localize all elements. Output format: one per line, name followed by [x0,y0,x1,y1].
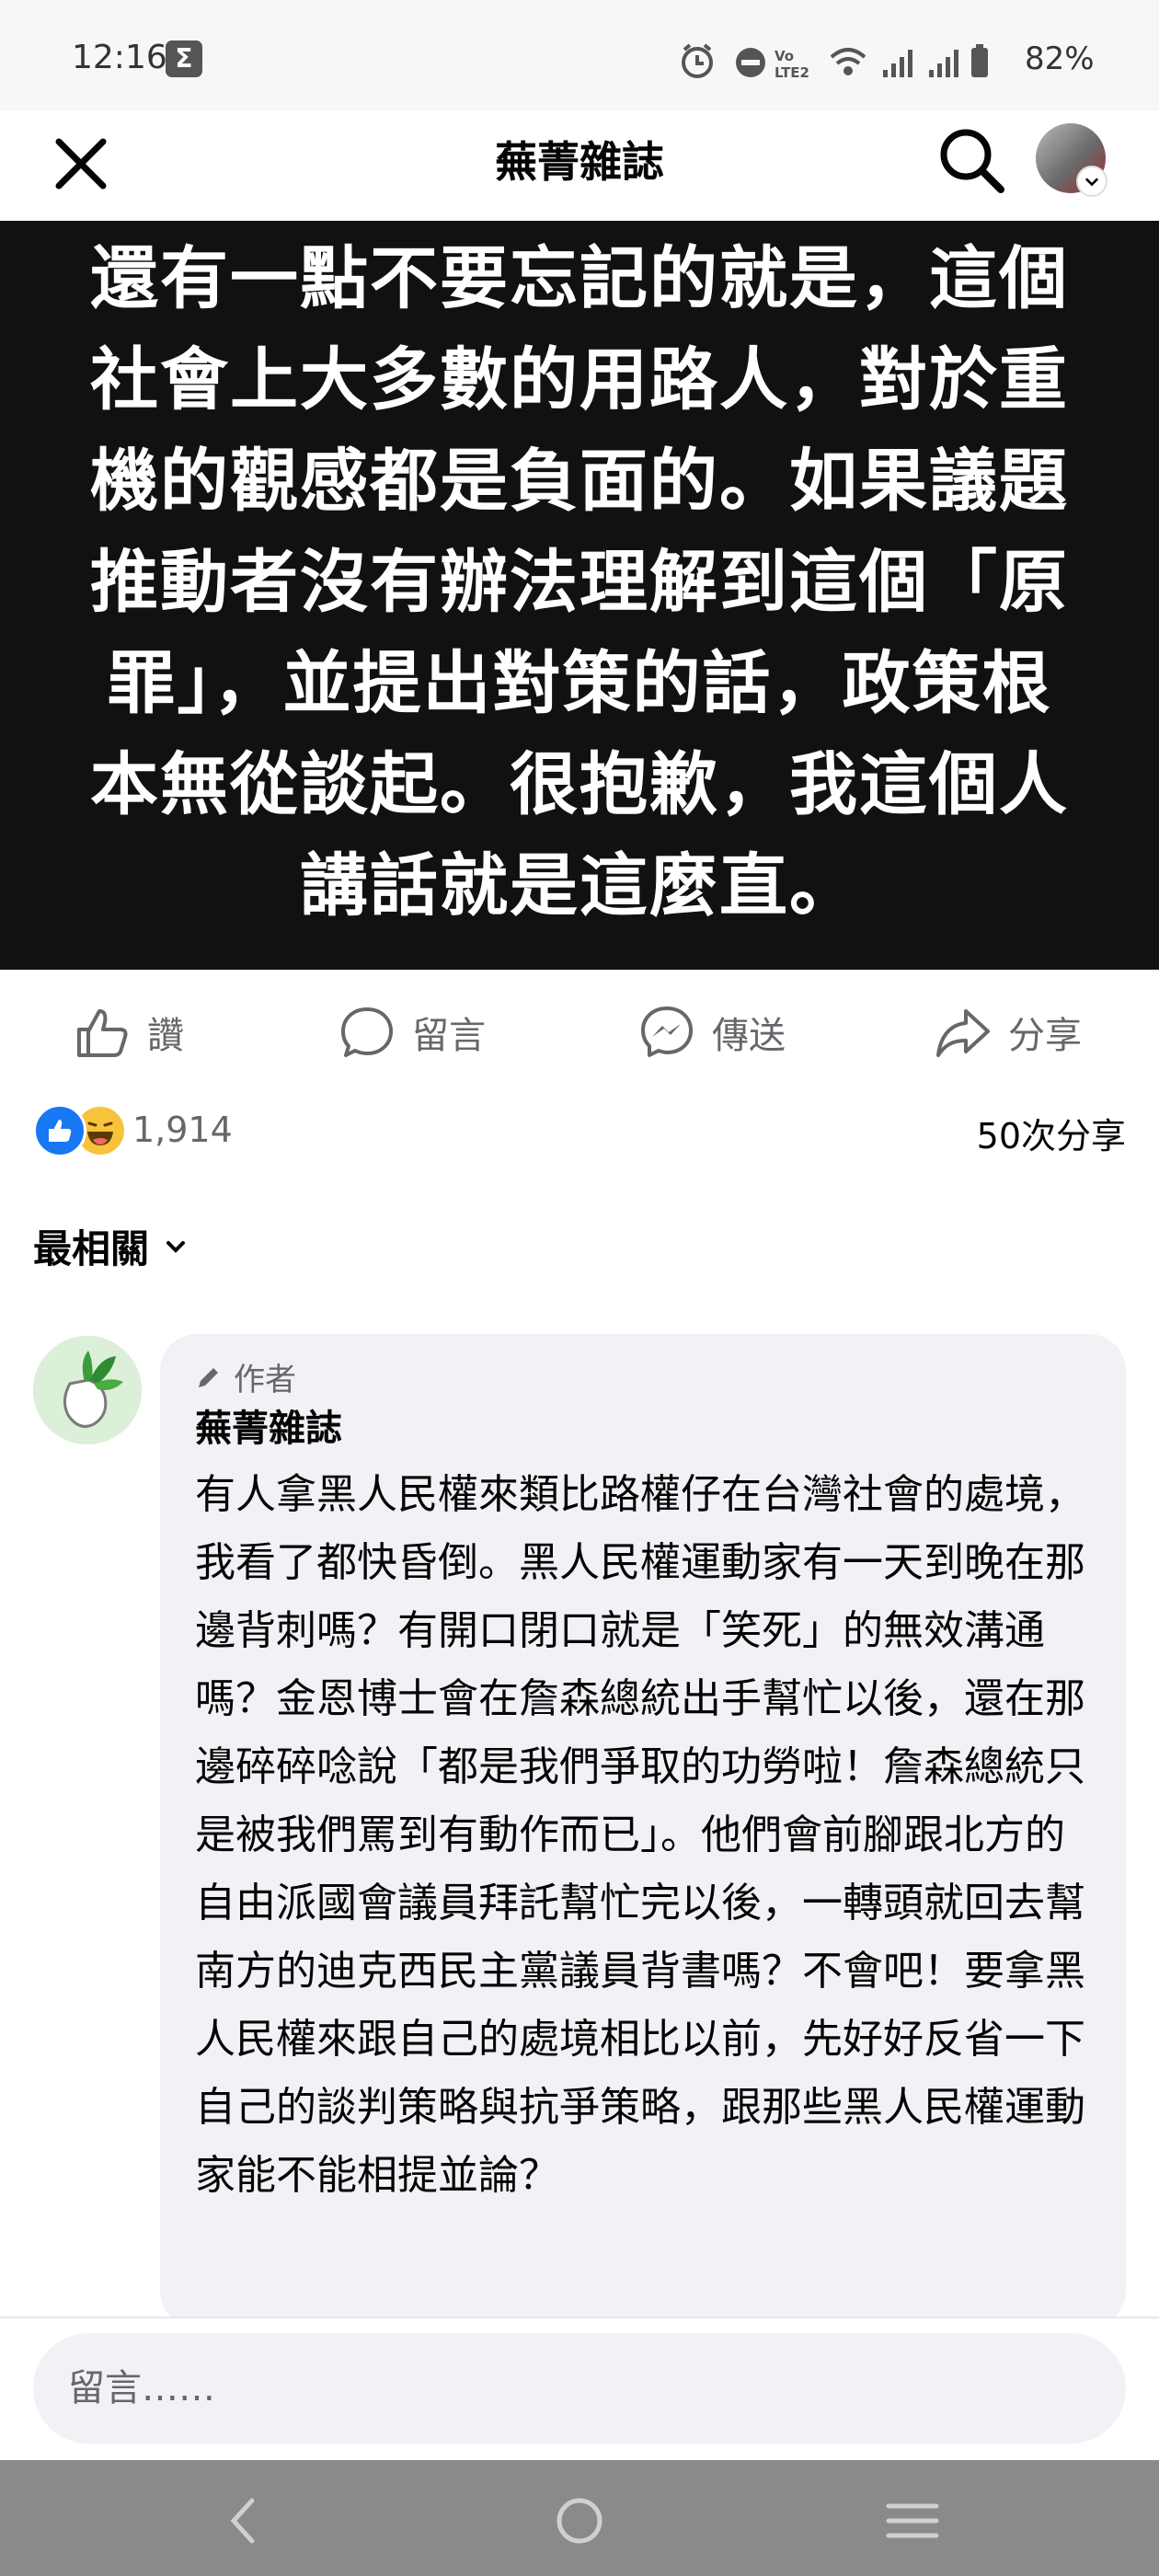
pencil-icon [199,1367,218,1387]
share-arrow-icon [936,1009,990,1057]
status-time: 12:16 [72,39,167,76]
author-badge-label: 作者 [234,1362,296,1398]
post-image-line: 罪」，並提出對策的話，政策根 [107,644,1052,723]
like-label: 讚 [147,1015,184,1057]
comment-sort-dropdown[interactable]: 最相關 [33,1218,188,1274]
send-button[interactable]: 傳送 [638,995,786,1069]
search-icon[interactable] [935,123,1008,197]
svg-text:LTE2: LTE2 [775,64,809,81]
reaction-count[interactable]: 1,914 [132,1110,233,1150]
share-label: 分享 [1008,1015,1082,1057]
author-badge: 作者 [195,1354,296,1399]
post-image-line: 社會上大多數的用路人，對於重 [90,340,1069,420]
post-image-line: 推動者沒有辦法理解到這個「原 [90,543,1069,622]
battery-icon [971,44,988,77]
do-not-disturb-icon [736,48,765,77]
signal-icon [883,50,912,77]
comment-text: 有人拿黑人民權來類比路權仔在台灣社會的處境，我看了都快昏倒。黑人民權運動家有一天… [195,1471,1085,2199]
home-icon[interactable] [543,2484,616,2558]
post-image-line: 本無從談起。很抱歉，我這個人 [90,745,1069,824]
commenter-avatar[interactable] [33,1336,142,1444]
comment-author[interactable]: 蕪菁雜誌 [195,1398,342,1452]
comment-button[interactable]: 留言 [339,995,486,1069]
svg-text:Vo: Vo [775,48,794,64]
volte-icon: Vo LTE2 [775,48,809,81]
wifi-icon [830,48,866,75]
like-button[interactable]: 讚 [74,995,184,1069]
thumbs-up-icon [77,1009,128,1057]
chevron-down-icon[interactable] [1076,166,1107,197]
like-reaction-icon [33,1104,86,1157]
send-label: 傳送 [712,1015,786,1057]
share-count[interactable]: 50次分享 [977,1108,1126,1158]
back-icon[interactable] [208,2484,281,2558]
alarm-icon [682,43,713,78]
sort-label: 最相關 [33,1226,150,1271]
battery-percent: 82% [1025,40,1095,77]
messenger-icon [641,1006,693,1057]
comment-bubble-icon [341,1007,393,1057]
comment-label: 留言 [412,1015,486,1057]
post-image-line: 講話就是這麼直。 [300,846,859,926]
chevron-down-icon [166,1240,186,1253]
signal-icon-2 [929,50,958,77]
post-image-line: 還有一點不要忘記的就是，這個 [90,239,1069,318]
comment-input[interactable] [33,2333,1126,2444]
recent-apps-icon[interactable] [876,2484,949,2558]
post-image-text: 還有一點不要忘記的就是，這個 社會上大多數的用路人，對於重 機的觀感都是負面的。… [75,228,1084,937]
post-image-line: 機的觀感都是負面的。如果議題 [90,442,1069,521]
sigma-app-icon: Σ [166,40,202,77]
share-button[interactable]: 分享 [935,995,1082,1069]
